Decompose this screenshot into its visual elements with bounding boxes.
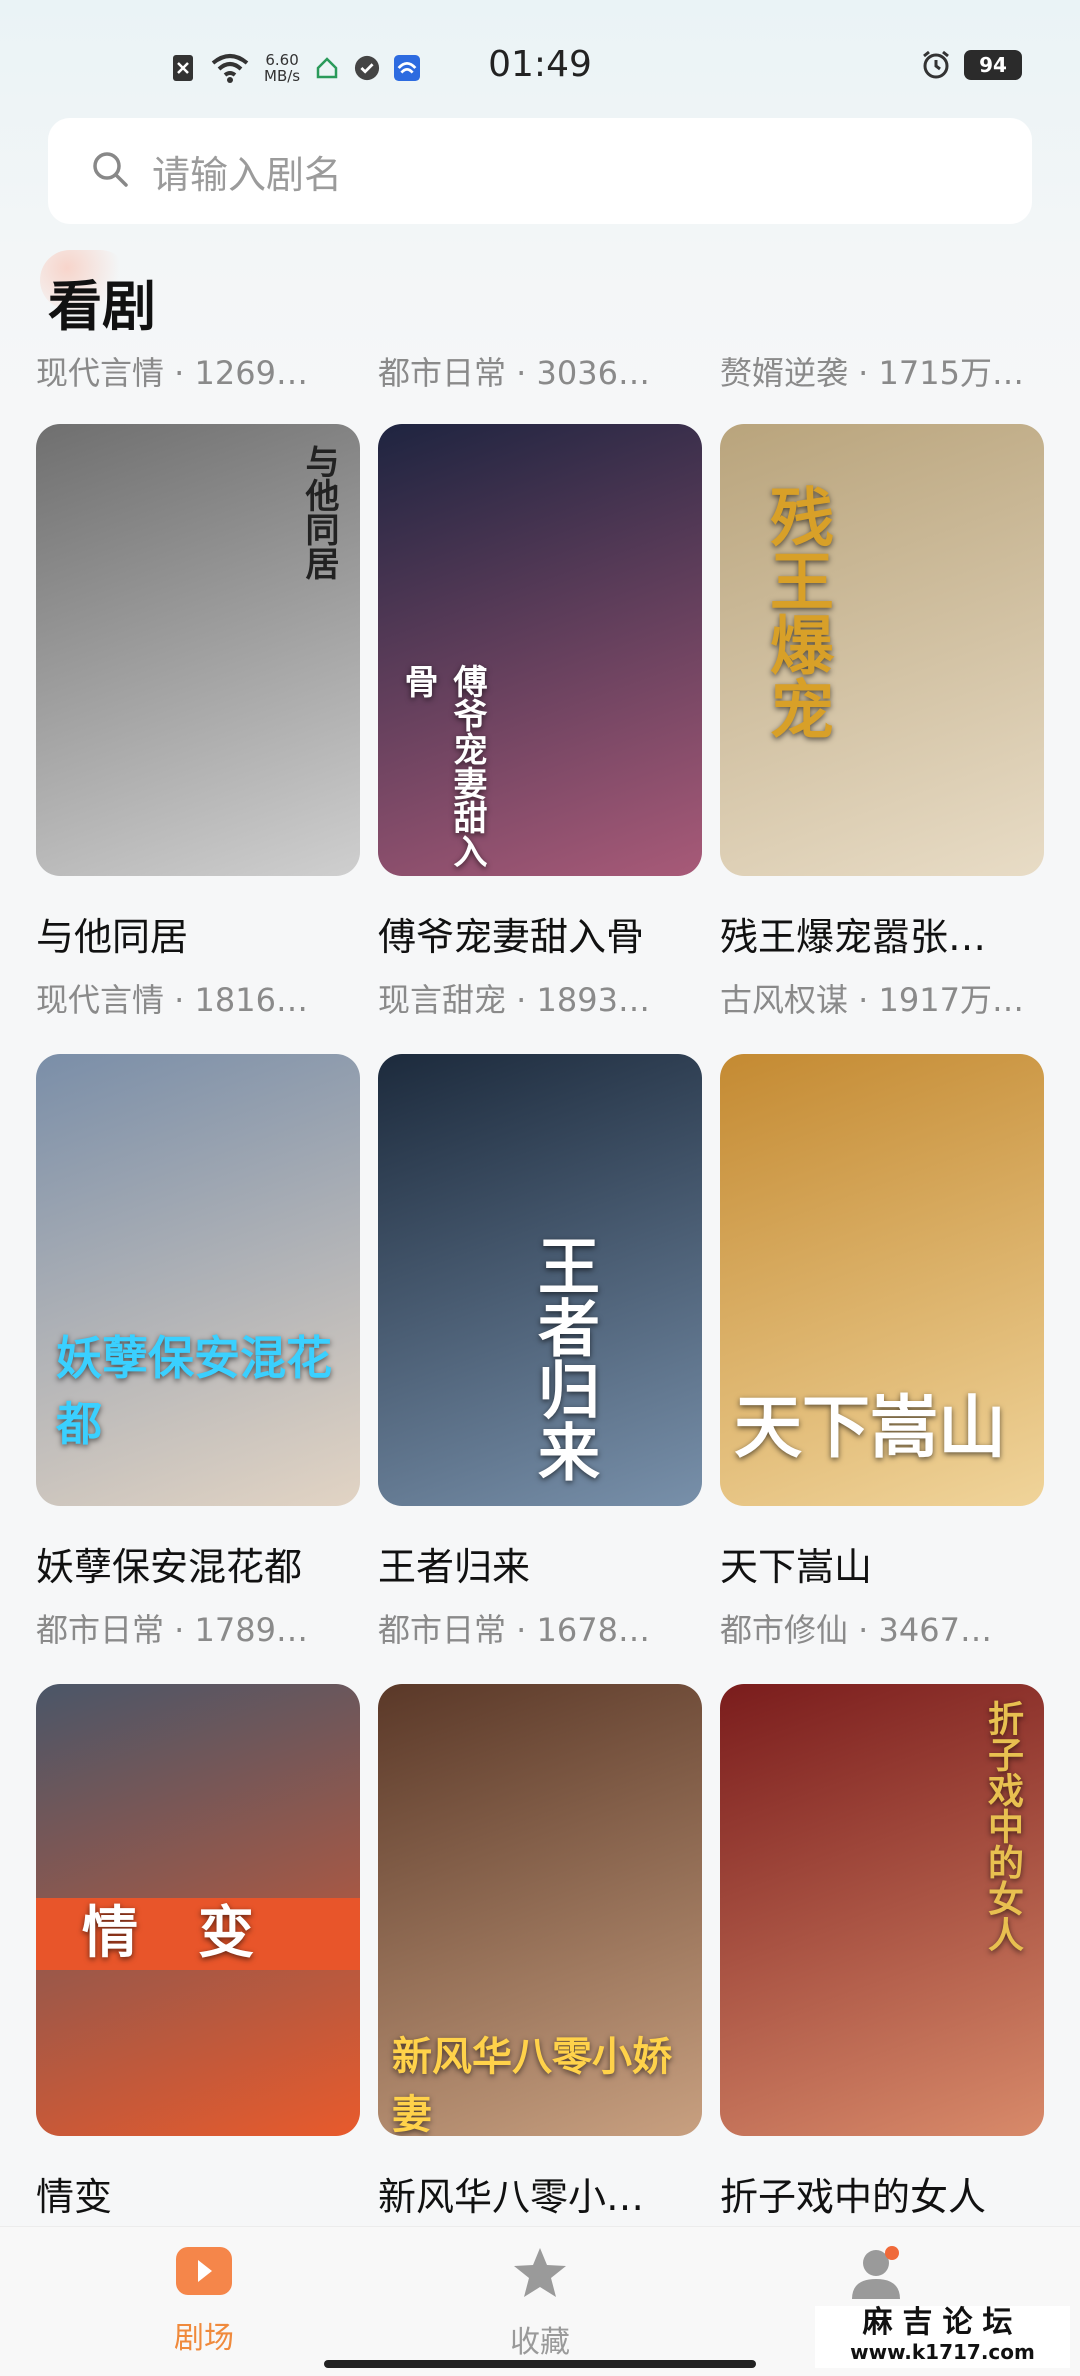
drama-card[interactable]: 妖孽保安混花都 妖孽保安混花都 都市日常 · 1789… — [36, 1054, 360, 1651]
watermark-url: www.k1717.com — [850, 2340, 1035, 2364]
nav-item-favorites[interactable]: 收藏 — [440, 2245, 640, 2361]
poster-title: 傅爷宠妻甜入骨 — [398, 664, 487, 868]
card-subtitle: 现代言情 · 1269… — [36, 354, 308, 392]
drama-title: 王者归来 — [378, 1545, 531, 1589]
card-subtitle: 都市日常 · 3036… — [378, 354, 650, 392]
drama-card[interactable]: 天下嵩山 天下嵩山 都市修仙 · 3467… — [720, 1054, 1044, 1651]
drama-poster[interactable]: 残王爆宠 — [720, 424, 1044, 876]
drama-poster[interactable]: 傅爷宠妻甜入骨 — [378, 424, 702, 876]
battery-level: 94 — [964, 50, 1022, 80]
drama-poster[interactable]: 天下嵩山 — [720, 1054, 1044, 1506]
drama-card[interactable]: 情变 情变 — [36, 1684, 360, 2221]
profile-icon — [776, 2245, 976, 2305]
nav-label-theater: 剧场 — [174, 2321, 234, 2356]
poster-title: 残王爆宠 — [759, 484, 833, 740]
nav-item-theater[interactable]: 剧场 — [104, 2245, 304, 2357]
drama-subtitle: 都市日常 · 1678… — [378, 1611, 650, 1649]
drama-subtitle: 现言甜宠 · 1893… — [378, 981, 650, 1019]
drama-card[interactable]: 折子戏中的女人 折子戏中的女人 — [720, 1684, 1044, 2221]
drama-title: 残王爆宠嚣张… — [720, 915, 987, 959]
poster-title: 王者归来 — [527, 1234, 600, 1482]
search-placeholder: 请输入剧名 — [152, 152, 343, 197]
drama-poster[interactable]: 王者归来 — [378, 1054, 702, 1506]
nav-label-favorites: 收藏 — [510, 2325, 570, 2360]
poster-title: 天下嵩山 — [734, 1389, 1007, 1468]
search-icon — [90, 149, 130, 193]
drama-card[interactable]: 残王爆宠 残王爆宠嚣张… 古风权谋 · 1917万… — [720, 424, 1044, 1021]
drama-card[interactable]: 新风华八零小娇妻 新风华八零小… — [378, 1684, 702, 2221]
watermark: 麻吉论坛 www.k1717.com — [815, 2306, 1070, 2368]
drama-poster[interactable]: 情变 — [36, 1684, 360, 2136]
alarm-icon — [920, 50, 952, 80]
card-subtitle: 赘婿逆袭 · 1715万… — [720, 354, 1024, 392]
clock: 01:49 — [488, 44, 592, 85]
drama-card[interactable]: 傅爷宠妻甜入骨 傅爷宠妻甜入骨 现言甜宠 · 1893… — [378, 424, 702, 1021]
home-indicator[interactable] — [324, 2360, 756, 2368]
drama-subtitle: 现代言情 · 1816… — [36, 981, 308, 1019]
drama-card[interactable]: 王者归来 王者归来 都市日常 · 1678… — [378, 1054, 702, 1651]
drama-title: 折子戏中的女人 — [720, 2175, 987, 2219]
top-row-subtitles: 现代言情 · 1269… 都市日常 · 3036… 赘婿逆袭 · 1715万… — [36, 348, 1044, 392]
status-icons-right: 94 — [920, 50, 1022, 80]
drama-title: 天下嵩山 — [720, 1545, 873, 1589]
watermark-title: 麻吉论坛 — [862, 2305, 1023, 2340]
poster-title: 妖孽保安混花都 — [56, 1331, 332, 1451]
drama-title: 新风华八零小… — [378, 2175, 645, 2219]
drama-title: 情变 — [36, 2175, 113, 2219]
drama-subtitle: 都市修仙 · 3467… — [720, 1611, 992, 1649]
drama-subtitle: 都市日常 · 1789… — [36, 1611, 308, 1649]
drama-poster[interactable]: 新风华八零小娇妻 — [378, 1684, 702, 2136]
drama-title: 与他同居 — [36, 915, 189, 959]
drama-card[interactable]: 与他同居 与他同居 现代言情 · 1816… — [36, 424, 360, 1021]
drama-poster[interactable]: 与他同居 — [36, 424, 360, 876]
poster-title: 情变 — [36, 1898, 360, 1970]
drama-subtitle: 古风权谋 · 1917万… — [720, 981, 1024, 1019]
poster-title: 折子戏中的女人 — [982, 1700, 1023, 1952]
drama-poster[interactable]: 折子戏中的女人 — [720, 1684, 1044, 2136]
theater-icon — [104, 2245, 304, 2301]
poster-title: 与他同居 — [299, 444, 339, 580]
poster-title: 新风华八零小娇妻 — [392, 2034, 672, 2136]
drama-poster[interactable]: 妖孽保安混花都 — [36, 1054, 360, 1506]
star-icon — [440, 2245, 640, 2305]
search-input[interactable]: 请输入剧名 — [48, 118, 1032, 224]
status-bar: 6.60 MB/s 01:49 94 — [0, 0, 1080, 130]
drama-title: 妖孽保安混花都 — [36, 1545, 303, 1589]
section-title: 看剧 — [48, 275, 156, 338]
nav-item-profile[interactable] — [776, 2245, 976, 2305]
drama-title: 傅爷宠妻甜入骨 — [378, 915, 645, 959]
